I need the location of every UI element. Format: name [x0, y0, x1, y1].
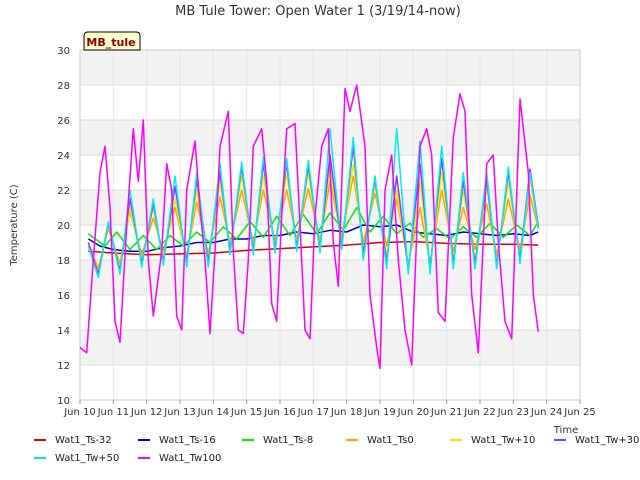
y-tick-label: 26 — [57, 116, 70, 127]
x-tick-label: Jun 14 — [197, 407, 230, 418]
y-tick-label: 22 — [57, 186, 70, 197]
y-tick-label: 10 — [57, 396, 70, 407]
plot-band — [80, 365, 580, 400]
y-tick-label: 16 — [57, 291, 70, 302]
x-tick-label: Jun 19 — [363, 407, 396, 418]
x-tick-label: Jun 21 — [430, 407, 463, 418]
x-tick-label: Jun 13 — [163, 407, 196, 418]
y-tick-label: 20 — [57, 221, 70, 232]
legend-label-wat1-tw-30: Wat1_Tw+30 — [575, 435, 639, 446]
x-tick-label: Jun 11 — [97, 407, 130, 418]
y-tick-label: 18 — [57, 256, 70, 267]
y-tick-label: 24 — [57, 151, 70, 162]
station-badge: MB_tule — [83, 31, 141, 51]
x-tick-label: Jun 20 — [397, 407, 430, 418]
x-tick-label: Jun 18 — [330, 407, 363, 418]
plot-band — [80, 260, 580, 295]
x-tick-label: Jun 10 — [63, 407, 96, 418]
plot-band — [80, 330, 580, 365]
x-tick-label: Jun 22 — [463, 407, 496, 418]
plot-band — [80, 85, 580, 120]
y-axis-ticks: 10 12 14 16 18 20 22 24 26 28 30 — [57, 46, 70, 407]
x-tick-label: Jun 12 — [130, 407, 163, 418]
x-tick-label: Jun 17 — [297, 407, 330, 418]
legend-label-wat1-ts-8: Wat1_Ts-8 — [263, 435, 313, 446]
legend-label-wat1-tw-10: Wat1_Tw+10 — [471, 435, 535, 446]
legend-label-wat1-ts-32: Wat1_Ts-32 — [55, 435, 112, 446]
y-tick-label: 12 — [57, 361, 70, 372]
legend-label-wat1-ts0: Wat1_Ts0 — [367, 435, 414, 446]
x-tick-label: Jun 24 — [530, 407, 563, 418]
x-tick-label: Jun 25 — [563, 407, 596, 418]
y-tick-label: 28 — [57, 81, 70, 92]
station-label: MB_tule — [86, 36, 135, 49]
legend-label-wat1-tw-50: Wat1_Tw+50 — [55, 453, 119, 464]
y-axis-title: Temperature (C) — [9, 184, 20, 266]
legend: Wat1_Ts-32 Wat1_Ts-16 Wat1_Ts-8 Wat1_Ts0 Wat… — [34, 435, 639, 464]
y-tick-label: 14 — [57, 326, 70, 337]
plot-band — [80, 50, 580, 85]
x-tick-label: Jun 16 — [263, 407, 296, 418]
x-axis-ticks: Jun 10 Jun 11 Jun 12 Jun 13 Jun 14 Jun 15 Jun … — [63, 400, 596, 418]
chart-title: MB Tule Tower: Open Water 1 (3/19/14-now… — [175, 4, 461, 19]
x-tick-label: Jun 23 — [497, 407, 530, 418]
chart: MB Tule Tower: Open Water 1 (3/19/14-now… — [9, 4, 639, 464]
y-tick-label: 30 — [57, 46, 70, 57]
legend-label-wat1-tw100: Wat1_Tw100 — [159, 453, 221, 464]
legend-label-wat1-ts-16: Wat1_Ts-16 — [159, 435, 216, 446]
x-tick-label: Jun 15 — [230, 407, 263, 418]
